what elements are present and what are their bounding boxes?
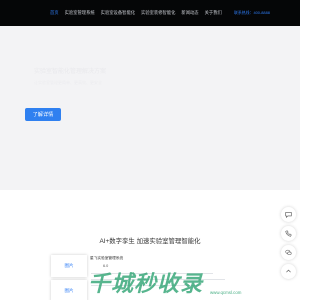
nav-item-about[interactable]: 关于我们 <box>205 10 222 16</box>
nav-item-home[interactable]: 首页 <box>50 10 59 16</box>
hero-banner: 实验室智能化管理解决方案 让实验室管理更简单、更高效、更安全 了解详情 <box>0 0 300 190</box>
product-card-image[interactable]: 图片 <box>51 255 87 277</box>
learn-more-button[interactable]: 了解详情 <box>25 108 61 121</box>
product-card-image[interactable]: 图片 <box>51 280 87 300</box>
section-title: AI+数字孪生 加速实验室管理智能化 <box>99 238 201 245</box>
chat-icon[interactable] <box>281 207 296 222</box>
floating-contact-bar <box>279 207 298 279</box>
card-thumb-label: 图片 <box>64 263 74 268</box>
hotline-link[interactable]: 联系热线：400-8888 <box>234 9 282 16</box>
nav-item-lab-renovation[interactable]: 实验室装修智能化 <box>141 10 175 16</box>
arrow-up-icon[interactable] <box>281 264 296 279</box>
page: 实验室智能化管理解决方案 让实验室管理更简单、更高效、更安全 了解详情 首页 实… <box>0 0 300 300</box>
watermark-url: www.qcmsl.com <box>210 290 242 295</box>
top-navigation-bar: 首页 实验室管理系统 实验室设备智能化 实验室装修智能化 新闻动态 关于我们 联… <box>0 0 300 26</box>
product-card-title[interactable]: 星飞实验室管理系统 <box>90 256 170 262</box>
watermark-text: 千城秒收录 <box>88 271 204 296</box>
nav-item-news[interactable]: 新闻动态 <box>181 10 198 16</box>
card-thumb-label: 图片 <box>64 288 74 293</box>
wechat-icon[interactable] <box>281 245 296 260</box>
nav-item-lab-system[interactable]: 实验室管理系统 <box>65 10 95 16</box>
main-nav: 首页 实验室管理系统 实验室设备智能化 实验室装修智能化 新闻动态 关于我们 <box>50 0 228 26</box>
phone-icon[interactable] <box>281 226 296 241</box>
hero-subtitle: 让实验室管理更简单、更高效、更安全 <box>34 80 102 85</box>
watermark: 千城秒收录 www.qcmsl.com <box>88 266 278 296</box>
nav-item-lab-equipment[interactable]: 实验室设备智能化 <box>101 10 135 16</box>
hero-title: 实验室智能化管理解决方案 <box>34 69 107 75</box>
